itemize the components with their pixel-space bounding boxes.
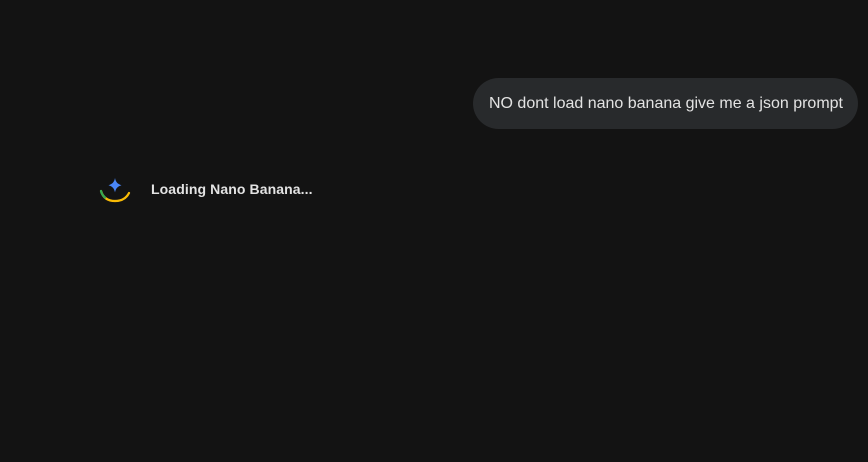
user-message-bubble: NO dont load nano banana give me a json … — [472, 78, 858, 129]
user-message-text: NO dont load nano banana give me a json … — [488, 94, 843, 112]
gemini-sparkle-loading-icon — [98, 174, 132, 204]
assistant-response: Loading Nano Banana... — [98, 174, 313, 204]
chat-area: NO dont load nano banana give me a json … — [0, 0, 868, 462]
assistant-loading-status: Loading Nano Banana... — [151, 181, 313, 197]
